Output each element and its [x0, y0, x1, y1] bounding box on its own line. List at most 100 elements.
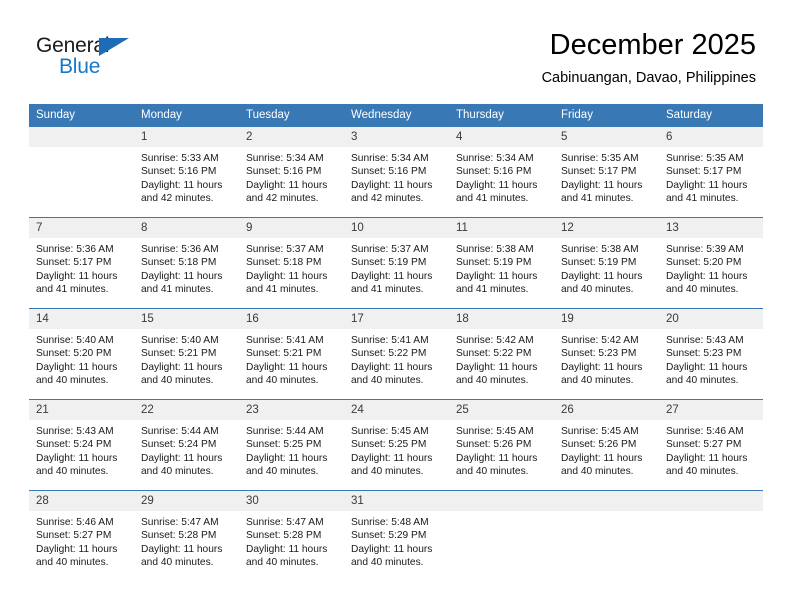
calendar-day-cell[interactable]: 19 Sunrise: 5:42 AM Sunset: 5:23 PM Dayligh…: [554, 308, 659, 400]
daylight-text-line1: Daylight: 11 hours: [561, 270, 643, 282]
calendar-day-cell[interactable]: 4 Sunrise: 5:34 AM Sunset: 5:16 PM Daylight…: [449, 127, 554, 218]
daylight-text-line1: Daylight: 11 hours: [561, 179, 643, 191]
calendar-day-cell[interactable]: 6 Sunrise: 5:35 AM Sunset: 5:17 PM Daylight…: [659, 127, 763, 218]
day-cell-inner: 29 Sunrise: 5:47 AM Sunset: 5:28 PM Dayligh…: [134, 491, 239, 581]
daylight-text-line2: and 41 minutes.: [246, 284, 319, 296]
sunrise-text: Sunrise: 5:42 AM: [456, 335, 534, 346]
day-number: 18: [449, 309, 554, 329]
general-blue-logo[interactable]: General Blue: [36, 34, 236, 82]
day-details: Sunrise: 5:45 AM Sunset: 5:26 PM Daylight:…: [554, 420, 659, 479]
day-cell-inner: 10 Sunrise: 5:37 AM Sunset: 5:19 PM Dayligh…: [344, 218, 449, 308]
daylight-text-line2: and 40 minutes.: [36, 375, 109, 387]
day-details: Sunrise: 5:36 AM Sunset: 5:17 PM Daylight:…: [29, 238, 134, 297]
calendar-day-cell[interactable]: 26 Sunrise: 5:45 AM Sunset: 5:26 PM Dayligh…: [554, 399, 659, 491]
day-details: Sunrise: 5:42 AM Sunset: 5:22 PM Daylight:…: [449, 329, 554, 388]
sunrise-text: Sunrise: 5:45 AM: [351, 426, 429, 437]
day-cell-inner: 17 Sunrise: 5:41 AM Sunset: 5:22 PM Dayligh…: [344, 309, 449, 399]
sunset-text: Sunset: 5:25 PM: [351, 439, 427, 451]
calendar-day-cell[interactable]: 14 Sunrise: 5:40 AM Sunset: 5:20 PM Dayligh…: [29, 308, 134, 400]
daylight-text-line2: and 40 minutes.: [141, 557, 214, 569]
sunset-text: Sunset: 5:16 PM: [456, 166, 532, 178]
calendar-day-cell[interactable]: 29 Sunrise: 5:47 AM Sunset: 5:28 PM Dayligh…: [134, 490, 239, 581]
day-number: 30: [239, 491, 344, 511]
day-number: 8: [134, 218, 239, 238]
calendar-day-cell[interactable]: 25 Sunrise: 5:45 AM Sunset: 5:26 PM Dayligh…: [449, 399, 554, 491]
calendar-day-cell[interactable]: 18 Sunrise: 5:42 AM Sunset: 5:22 PM Dayligh…: [449, 308, 554, 400]
calendar-day-cell[interactable]: 7 Sunrise: 5:36 AM Sunset: 5:17 PM Daylight…: [29, 217, 134, 309]
day-details: Sunrise: 5:44 AM Sunset: 5:24 PM Daylight:…: [134, 420, 239, 479]
sunrise-text: Sunrise: 5:44 AM: [141, 426, 219, 437]
sunset-text: Sunset: 5:24 PM: [36, 439, 112, 451]
sunset-text: Sunset: 5:19 PM: [561, 257, 637, 269]
day-cell-inner: 3 Sunrise: 5:34 AM Sunset: 5:16 PM Daylight…: [344, 127, 449, 217]
calendar-empty-cell: [29, 127, 134, 218]
sunrise-text: Sunrise: 5:47 AM: [141, 517, 219, 528]
calendar-day-cell[interactable]: 17 Sunrise: 5:41 AM Sunset: 5:22 PM Dayligh…: [344, 308, 449, 400]
calendar-day-cell[interactable]: 8 Sunrise: 5:36 AM Sunset: 5:18 PM Daylight…: [134, 217, 239, 309]
daylight-text-line2: and 41 minutes.: [141, 284, 214, 296]
calendar-day-cell[interactable]: 15 Sunrise: 5:40 AM Sunset: 5:21 PM Dayligh…: [134, 308, 239, 400]
calendar-day-cell[interactable]: 3 Sunrise: 5:34 AM Sunset: 5:16 PM Daylight…: [344, 127, 449, 218]
calendar-week-row: 14 Sunrise: 5:40 AM Sunset: 5:20 PM Dayligh…: [29, 308, 763, 400]
sunrise-text: Sunrise: 5:47 AM: [246, 517, 324, 528]
page-header: General Blue December 2025 Cabinuangan, …: [0, 0, 792, 100]
day-details: Sunrise: 5:37 AM Sunset: 5:19 PM Daylight:…: [344, 238, 449, 297]
day-cell-inner: 24 Sunrise: 5:45 AM Sunset: 5:25 PM Dayligh…: [344, 400, 449, 490]
daylight-text-line2: and 40 minutes.: [561, 284, 634, 296]
calendar-week-row: 21 Sunrise: 5:43 AM Sunset: 5:24 PM Dayligh…: [29, 399, 763, 491]
day-details: [29, 147, 134, 152]
daylight-text-line2: and 42 minutes.: [246, 193, 319, 205]
calendar-day-cell[interactable]: 31 Sunrise: 5:48 AM Sunset: 5:29 PM Dayligh…: [344, 490, 449, 581]
sunrise-text: Sunrise: 5:34 AM: [351, 153, 429, 164]
daylight-text-line2: and 42 minutes.: [351, 193, 424, 205]
calendar-day-cell[interactable]: 13 Sunrise: 5:39 AM Sunset: 5:20 PM Dayligh…: [659, 217, 763, 309]
calendar-day-cell[interactable]: 24 Sunrise: 5:45 AM Sunset: 5:25 PM Dayligh…: [344, 399, 449, 491]
day-details: [554, 511, 659, 516]
calendar-day-cell[interactable]: 30 Sunrise: 5:47 AM Sunset: 5:28 PM Dayligh…: [239, 490, 344, 581]
calendar-day-cell[interactable]: 11 Sunrise: 5:38 AM Sunset: 5:19 PM Dayligh…: [449, 217, 554, 309]
sunset-text: Sunset: 5:18 PM: [141, 257, 217, 269]
daylight-text-line1: Daylight: 11 hours: [456, 452, 538, 464]
daylight-text-line1: Daylight: 11 hours: [456, 270, 538, 282]
sunrise-text: Sunrise: 5:44 AM: [246, 426, 324, 437]
day-details: Sunrise: 5:34 AM Sunset: 5:16 PM Daylight:…: [344, 147, 449, 206]
sunset-text: Sunset: 5:17 PM: [561, 166, 637, 178]
calendar-day-cell[interactable]: 22 Sunrise: 5:44 AM Sunset: 5:24 PM Dayligh…: [134, 399, 239, 491]
calendar-day-cell[interactable]: 12 Sunrise: 5:38 AM Sunset: 5:19 PM Dayligh…: [554, 217, 659, 309]
day-number: 7: [29, 218, 134, 238]
calendar-day-cell[interactable]: 27 Sunrise: 5:46 AM Sunset: 5:27 PM Dayligh…: [659, 399, 763, 491]
calendar-day-cell[interactable]: 28 Sunrise: 5:46 AM Sunset: 5:27 PM Dayligh…: [29, 490, 134, 581]
calendar-day-cell[interactable]: 9 Sunrise: 5:37 AM Sunset: 5:18 PM Daylight…: [239, 217, 344, 309]
daylight-text-line1: Daylight: 11 hours: [456, 361, 538, 373]
day-number: 26: [554, 400, 659, 420]
calendar-day-cell[interactable]: 2 Sunrise: 5:34 AM Sunset: 5:16 PM Daylight…: [239, 127, 344, 218]
calendar-day-cell[interactable]: 21 Sunrise: 5:43 AM Sunset: 5:24 PM Dayligh…: [29, 399, 134, 491]
day-cell-inner: [659, 491, 763, 581]
day-cell-inner: 9 Sunrise: 5:37 AM Sunset: 5:18 PM Daylight…: [239, 218, 344, 308]
calendar-day-cell[interactable]: 1 Sunrise: 5:33 AM Sunset: 5:16 PM Daylight…: [134, 127, 239, 218]
calendar-day-cell[interactable]: 16 Sunrise: 5:41 AM Sunset: 5:21 PM Dayligh…: [239, 308, 344, 400]
calendar-day-cell[interactable]: 23 Sunrise: 5:44 AM Sunset: 5:25 PM Dayligh…: [239, 399, 344, 491]
sunrise-text: Sunrise: 5:45 AM: [456, 426, 534, 437]
day-details: Sunrise: 5:37 AM Sunset: 5:18 PM Daylight:…: [239, 238, 344, 297]
daylight-text-line1: Daylight: 11 hours: [351, 270, 433, 282]
daylight-text-line2: and 40 minutes.: [351, 557, 424, 569]
weekday-header-wednesday: Wednesday: [344, 104, 449, 127]
calendar-day-cell[interactable]: 20 Sunrise: 5:43 AM Sunset: 5:23 PM Dayligh…: [659, 308, 763, 400]
daylight-text-line2: and 42 minutes.: [141, 193, 214, 205]
daylight-text-line2: and 40 minutes.: [246, 466, 319, 478]
day-number: [659, 491, 763, 511]
day-cell-inner: 18 Sunrise: 5:42 AM Sunset: 5:22 PM Dayligh…: [449, 309, 554, 399]
day-details: Sunrise: 5:43 AM Sunset: 5:23 PM Daylight:…: [659, 329, 763, 388]
day-details: Sunrise: 5:45 AM Sunset: 5:26 PM Daylight:…: [449, 420, 554, 479]
calendar-day-cell[interactable]: 10 Sunrise: 5:37 AM Sunset: 5:19 PM Dayligh…: [344, 217, 449, 309]
day-number: 27: [659, 400, 763, 420]
calendar-day-cell[interactable]: 5 Sunrise: 5:35 AM Sunset: 5:17 PM Daylight…: [554, 127, 659, 218]
daylight-text-line2: and 41 minutes.: [36, 284, 109, 296]
day-number: 5: [554, 127, 659, 147]
page-title: December 2025: [549, 29, 756, 61]
day-cell-inner: [29, 127, 134, 217]
sunset-text: Sunset: 5:19 PM: [351, 257, 427, 269]
day-details: Sunrise: 5:40 AM Sunset: 5:20 PM Daylight:…: [29, 329, 134, 388]
day-details: Sunrise: 5:46 AM Sunset: 5:27 PM Daylight:…: [659, 420, 763, 479]
